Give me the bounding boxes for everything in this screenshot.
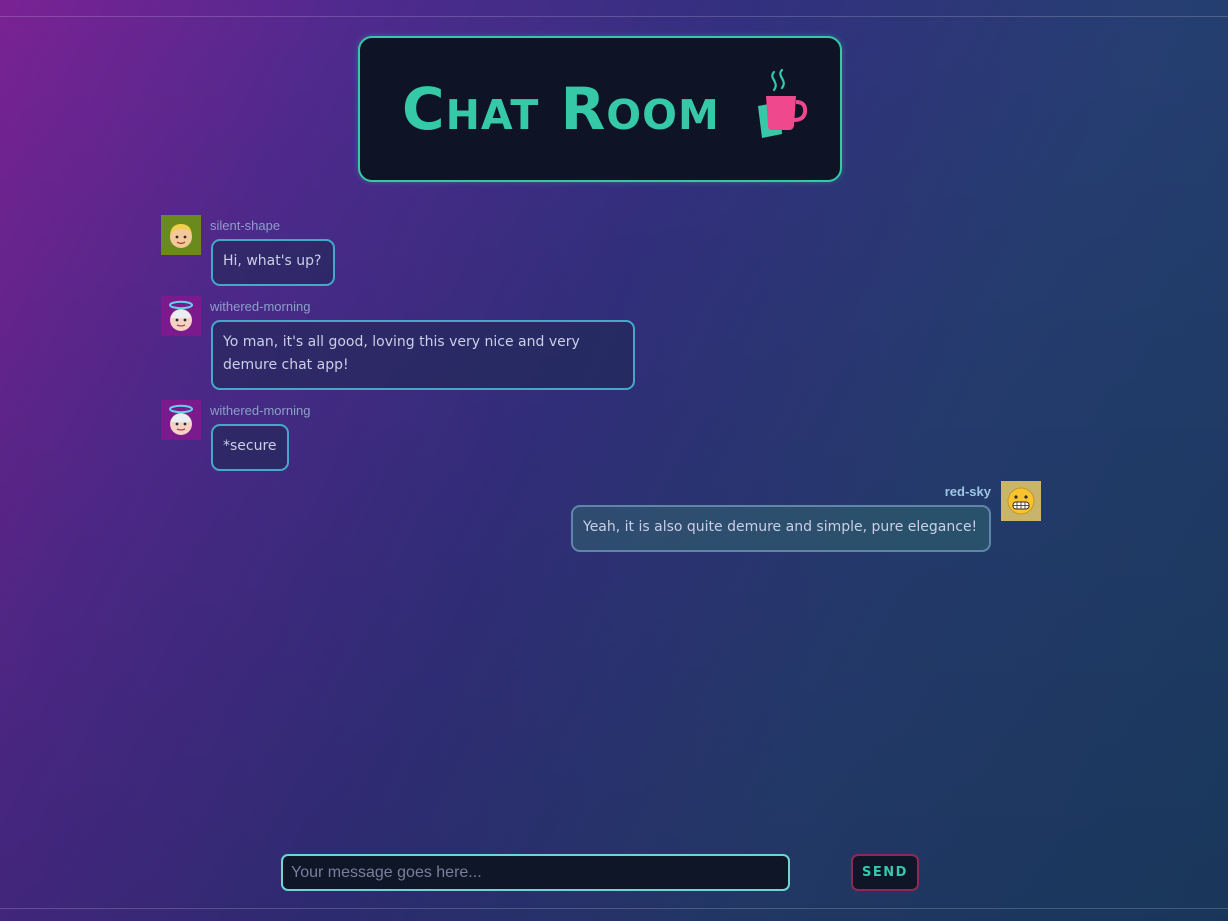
coffee-cup-icon: [752, 68, 808, 144]
top-divider: [0, 16, 1228, 17]
grimacing-face-icon: [1001, 481, 1041, 521]
message-bubble: Yeah, it is also quite demure and simple…: [571, 505, 991, 552]
boy-face-icon: [161, 215, 201, 255]
message-input[interactable]: [281, 854, 790, 891]
message-username: withered-morning: [210, 299, 311, 314]
message-bubble: *secure: [211, 424, 289, 471]
avatar: [161, 215, 201, 255]
avatar: [1001, 481, 1041, 521]
angel-face-icon: [161, 400, 201, 440]
page-title: Chat Room: [402, 75, 720, 143]
message-username: red-sky: [944, 484, 991, 499]
avatar: [161, 400, 201, 440]
chat-room-banner: Chat Room: [358, 36, 842, 182]
avatar: [161, 296, 201, 336]
message-username: silent-shape: [210, 218, 281, 233]
send-button[interactable]: SEND: [851, 854, 919, 891]
angel-face-icon: [161, 296, 201, 336]
message-bubble: Yo man, it's all good, loving this very …: [211, 320, 635, 390]
message-bubble: Hi, what's up?: [211, 239, 335, 286]
message-username: withered-morning: [210, 403, 311, 418]
bottom-divider: [0, 908, 1228, 909]
